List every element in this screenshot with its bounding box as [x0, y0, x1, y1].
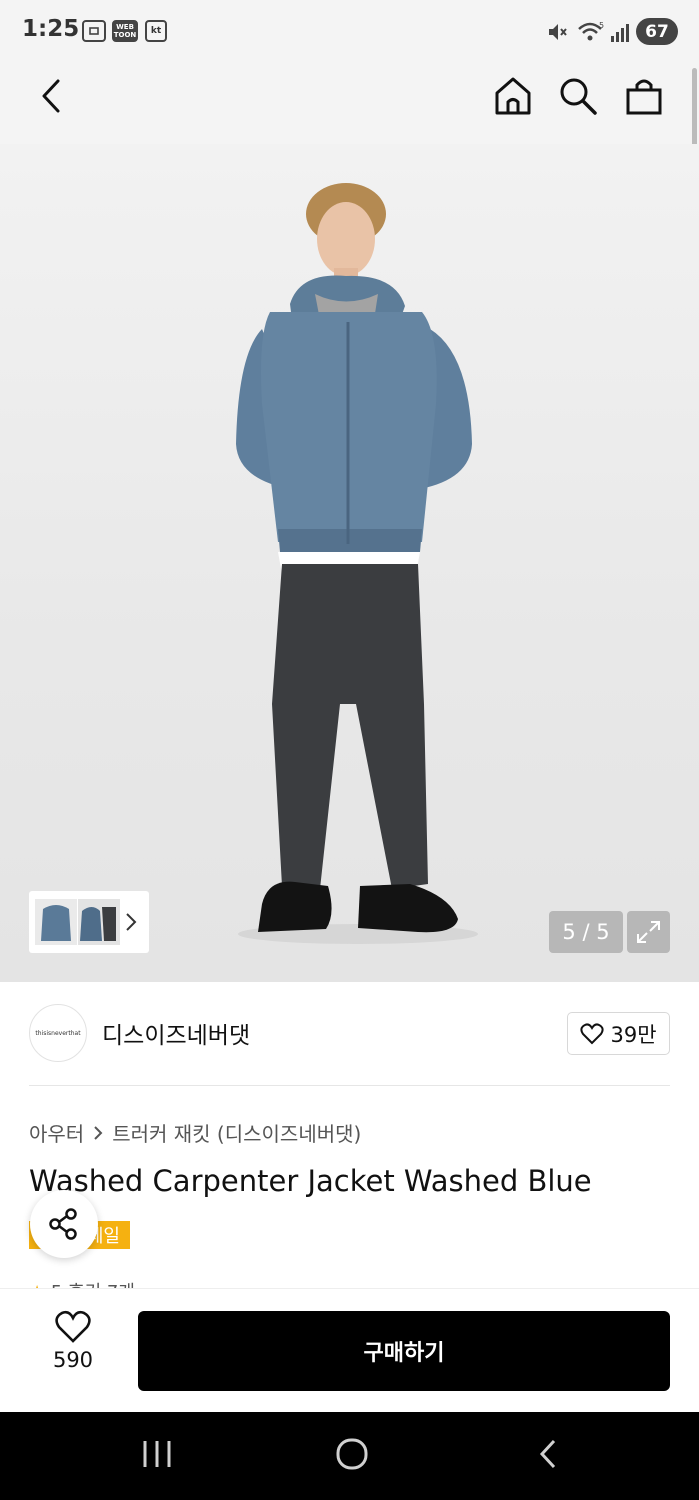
chevron-right-icon — [126, 913, 137, 931]
back-nav-icon[interactable] — [536, 1438, 560, 1470]
status-time: 1:25 — [22, 16, 80, 42]
heart-icon — [580, 1022, 605, 1044]
home-icon[interactable] — [493, 76, 533, 116]
kt-icon: kt — [145, 20, 167, 42]
brand-like-button[interactable]: 39만 — [567, 1012, 670, 1055]
signal-icon — [611, 24, 629, 42]
back-icon[interactable] — [38, 78, 64, 114]
expand-icon — [637, 921, 660, 943]
shopping-bag-icon[interactable] — [624, 76, 664, 116]
search-icon[interactable] — [558, 76, 598, 116]
home-nav-icon[interactable] — [335, 1437, 369, 1471]
share-icon — [49, 1208, 77, 1240]
product-image[interactable] — [0, 144, 699, 982]
product-title: Washed Carpenter Jacket Washed Blue — [29, 1164, 592, 1198]
status-bar: 1:25 WEB TOON kt 5 67 — [0, 0, 699, 62]
brand-like-count: 39만 — [610, 1022, 657, 1047]
wishlist-button[interactable]: 590 — [30, 1310, 116, 1390]
battery-indicator: 67 — [636, 18, 678, 45]
recent-apps-icon[interactable] — [140, 1439, 174, 1469]
mute-icon — [549, 24, 567, 40]
brand-logo[interactable]: thisisneverthat — [29, 1004, 87, 1062]
thumbnail-1[interactable] — [35, 899, 77, 945]
share-button[interactable] — [30, 1190, 98, 1258]
fullscreen-button[interactable] — [627, 911, 670, 953]
breadcrumb-subcategory[interactable]: 트러커 재킷 (디스이즈네버댓) — [112, 1118, 361, 1147]
scrollbar[interactable] — [692, 68, 697, 152]
breadcrumb: 아우터 트러커 재킷 (디스이즈네버댓) — [29, 1118, 361, 1147]
system-nav-bar — [0, 1412, 699, 1500]
app-bar — [0, 62, 699, 144]
chevron-right-icon — [94, 1125, 103, 1140]
brand-name[interactable]: 디스이즈네버댓 — [102, 1016, 250, 1050]
svg-text:5: 5 — [599, 21, 604, 30]
buy-button[interactable]: 구매하기 — [138, 1311, 670, 1391]
image-counter: 5 / 5 — [549, 911, 623, 953]
wifi-icon: 5 — [578, 21, 604, 41]
breadcrumb-category[interactable]: 아우터 — [29, 1118, 84, 1147]
model-photo — [236, 183, 478, 944]
screenshot-icon — [82, 20, 106, 42]
webtoon-icon: WEB TOON — [112, 20, 138, 42]
divider — [29, 1085, 670, 1086]
thumbnail-2[interactable] — [78, 899, 120, 945]
wishlist-count: 590 — [52, 1348, 94, 1372]
heart-icon — [55, 1310, 91, 1343]
